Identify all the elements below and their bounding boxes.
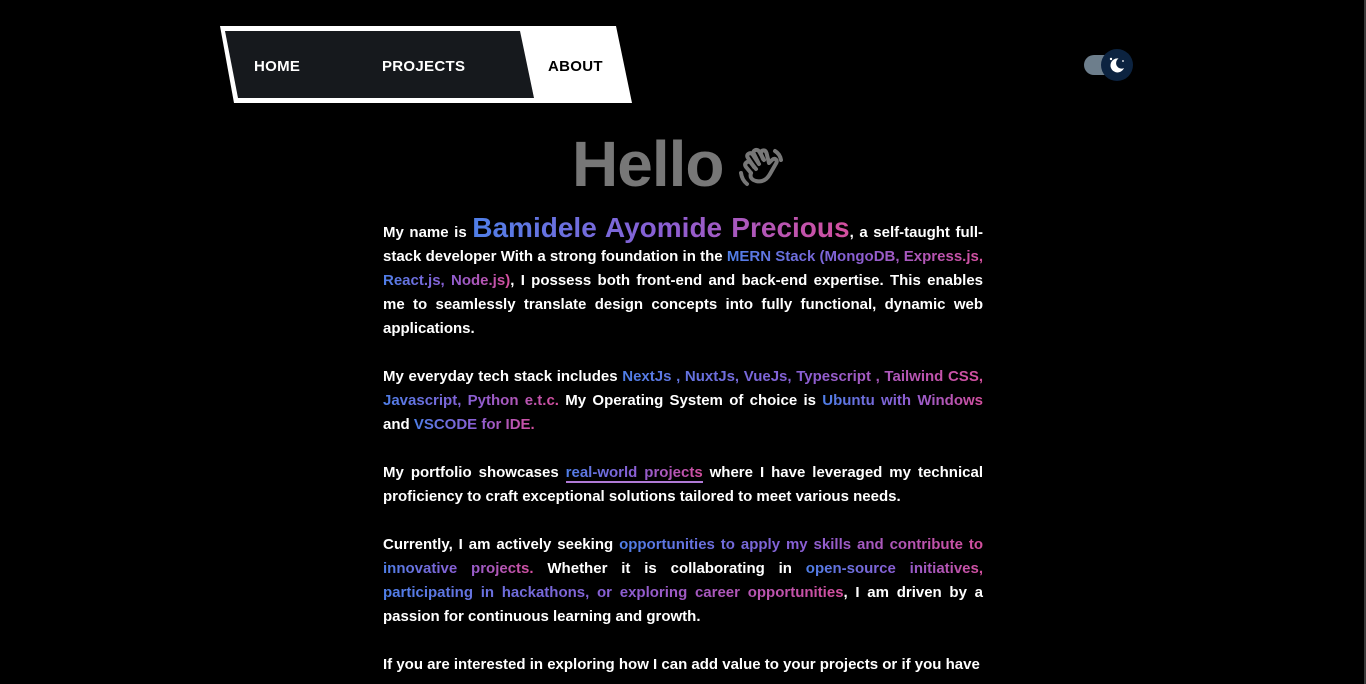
page: HOME PROJECTS ABOUT Hello My name is Bam… [0, 0, 1366, 684]
nav-projects-link[interactable]: PROJECTS [382, 58, 465, 76]
toggle-knob [1101, 49, 1133, 81]
contact-paragraph: If you are interested in exploring how I… [383, 653, 983, 677]
tech-text: My Operating System of choice is [558, 392, 823, 409]
contact-text: If you are interested in exploring how I… [383, 656, 980, 673]
ide-highlight: VSCODE for IDE. [413, 416, 535, 433]
moon-icon [1109, 57, 1124, 73]
real-world-projects-link[interactable]: real-world projects [565, 464, 703, 483]
opportunities-paragraph: Currently, I am actively seeking opportu… [383, 533, 983, 629]
opportunities-text: Currently, I am actively seeking [383, 536, 620, 553]
theme-toggle[interactable] [1084, 48, 1134, 82]
waving-hand-icon [739, 147, 784, 186]
nav-home-link[interactable]: HOME [254, 58, 300, 76]
hello-title: Hello [572, 128, 724, 200]
hero-heading: Hello [572, 126, 787, 202]
nav-about-link[interactable]: ABOUT [548, 58, 603, 76]
about-content: My name is Bamidele Ayomide Precious, a … [383, 214, 983, 684]
main-nav: HOME PROJECTS ABOUT [218, 24, 634, 106]
developer-name: Bamidele Ayomide Precious [472, 212, 850, 243]
intro-paragraph: My name is Bamidele Ayomide Precious, a … [383, 214, 983, 341]
tech-text: and [383, 416, 414, 433]
tech-stack-paragraph: My everyday tech stack includes NextJs ,… [383, 365, 983, 437]
portfolio-text: My portfolio showcases [383, 464, 566, 481]
intro-text: My name is [383, 224, 473, 241]
tech-text: My everyday tech stack includes [383, 368, 623, 385]
portfolio-paragraph: My portfolio showcases real-world projec… [383, 461, 983, 509]
opportunities-text: Whether it is collaborating in [533, 560, 806, 577]
os-highlight: Ubuntu with Windows [822, 392, 984, 409]
